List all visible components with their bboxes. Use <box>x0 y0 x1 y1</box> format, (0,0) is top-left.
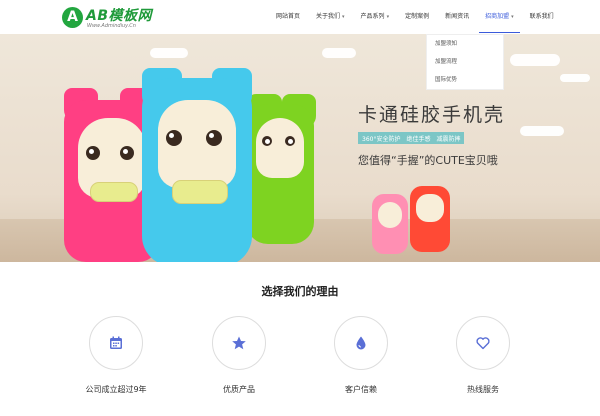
logo[interactable]: A AB模板网 Www.Admindiuy.Cn <box>62 4 172 32</box>
heart-icon <box>476 337 490 350</box>
cloud-decoration <box>520 126 564 136</box>
franchise-dropdown-menu: 加盟须知 加盟流程 国际优势 <box>426 34 504 90</box>
feature-label: 优质产品 <box>223 385 255 394</box>
feature-icon-circle <box>212 316 266 370</box>
feature-label: 公司成立超过9年 <box>85 385 147 394</box>
feature-label: 热线服务 <box>467 385 499 394</box>
nav-item-label: 招商加盟 <box>485 13 510 20</box>
feature-icon-circle <box>456 316 510 370</box>
main-nav: 网站首页 关于我们 ▾ 产品系列 ▾ 定制案例 新闻资讯 招商加盟 ▾ 联系我们 <box>268 0 562 34</box>
feature-card[interactable]: 热线服务 <box>433 316 533 395</box>
nav-item-label: 联系我们 <box>529 13 554 20</box>
chevron-down-icon: ▾ <box>342 14 345 20</box>
chevron-down-icon: ▾ <box>386 14 390 20</box>
banner-title: 卡通硅胶手机壳 <box>358 104 506 126</box>
cloud-decoration <box>510 54 560 66</box>
dropdown-item-notice[interactable]: 加盟须知 <box>427 35 503 53</box>
feature-card[interactable]: 公司成立超过9年 <box>66 316 166 395</box>
star-icon <box>232 336 246 350</box>
dropdown-item-process[interactable]: 加盟流程 <box>427 53 503 71</box>
features-row: 公司成立超过9年 优质产品 客户信赖 热线服务 <box>0 316 600 416</box>
nav-item-cases[interactable]: 定制案例 <box>397 0 437 34</box>
nav-item-home[interactable]: 网站首页 <box>268 0 308 34</box>
logo-url: Www.Admindiuy.Cn <box>87 23 136 29</box>
dropdown-item-advantage[interactable]: 国际优势 <box>427 71 503 89</box>
calendar-icon <box>110 336 122 349</box>
nav-item-about[interactable]: 关于我们 ▾ <box>308 0 353 34</box>
nav-item-label: 新闻资讯 <box>445 13 470 20</box>
nav-item-label: 网站首页 <box>276 13 301 20</box>
cloud-decoration <box>150 48 188 58</box>
drop-icon <box>356 336 366 350</box>
nav-item-contact[interactable]: 联系我们 <box>522 0 562 34</box>
feature-tag: 减震防摔 <box>436 135 461 143</box>
feature-card[interactable]: 客户信赖 <box>311 316 411 395</box>
chevron-down-icon: ▾ <box>511 14 514 20</box>
nav-item-news[interactable]: 新闻资讯 <box>437 0 477 34</box>
section-title: 选择我们的理由 <box>261 285 339 298</box>
feature-tag: 360°安全防护 <box>362 135 401 143</box>
logo-text: AB模板网 <box>86 8 153 24</box>
nav-item-franchise[interactable]: 招商加盟 ▾ <box>477 0 522 34</box>
hero-banner[interactable]: 卡通硅胶手机壳 360°安全防护 绝佳手感 减震防摔 您值得“手握”的CUTE宝… <box>0 34 600 262</box>
cloud-decoration <box>560 74 590 82</box>
feature-card[interactable]: 优质产品 <box>189 316 289 395</box>
feature-tag: 绝佳手感 <box>406 135 431 143</box>
feature-icon-circle <box>334 316 388 370</box>
logo-mark: A <box>62 7 83 28</box>
feature-icon-circle <box>89 316 143 370</box>
nav-item-label: 产品系列 <box>360 13 385 20</box>
feature-tag-bar: 360°安全防护 绝佳手感 减震防摔 <box>358 132 465 144</box>
site-header: A AB模板网 Www.Admindiuy.Cn 网站首页 关于我们 ▾ 产品系列… <box>0 0 600 34</box>
nav-item-label: 关于我们 <box>316 13 341 20</box>
banner-subtitle: 您值得“手握”的CUTE宝贝哦 <box>358 154 498 167</box>
nav-item-products[interactable]: 产品系列 ▾ <box>353 0 398 34</box>
feature-label: 客户信赖 <box>345 385 377 394</box>
nav-item-label: 定制案例 <box>405 13 430 20</box>
cloud-decoration <box>322 48 356 58</box>
